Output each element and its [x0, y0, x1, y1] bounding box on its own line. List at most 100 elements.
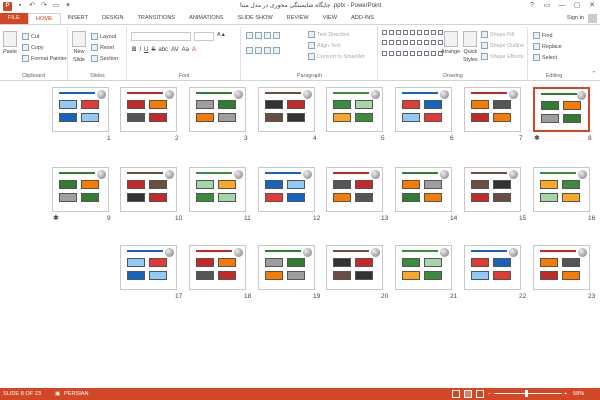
cut-button[interactable]: Cut — [22, 33, 39, 40]
slide-thumbnail-10[interactable]: 10 — [120, 167, 186, 237]
shape-outline-button[interactable]: Shape Outline — [481, 42, 524, 49]
slide-thumbnail-18[interactable]: 18 — [189, 245, 255, 315]
slide-thumbnail-13[interactable]: 13 — [326, 167, 392, 237]
slide-thumbnail-21[interactable]: 21 — [395, 245, 461, 315]
ribbon-display-options-button[interactable]: ▭ — [541, 0, 553, 11]
tab-slide-show[interactable]: SLIDE SHOW — [231, 13, 280, 24]
sign-in-link[interactable]: Sign in — [567, 15, 584, 21]
tab-view[interactable]: VIEW — [316, 13, 344, 24]
customize-qat-icon[interactable]: ▾ — [64, 2, 72, 10]
slide-preview[interactable] — [189, 167, 246, 212]
bullets-button[interactable] — [246, 32, 280, 39]
tab-add-ins[interactable]: ADD-INS — [344, 13, 381, 24]
close-button[interactable]: ✕ — [586, 0, 598, 11]
slide-preview[interactable] — [189, 245, 246, 290]
layout-button[interactable]: Layout — [91, 33, 116, 40]
slide-preview[interactable] — [533, 167, 590, 212]
slide-thumbnail-19[interactable]: 19 — [258, 245, 324, 315]
slide-preview[interactable] — [258, 87, 315, 132]
strikethrough-button[interactable]: S — [151, 47, 155, 53]
text-direction-button[interactable]: Text Direction — [308, 31, 350, 38]
tab-design[interactable]: DESIGN — [95, 13, 130, 24]
transition-star-icon[interactable]: ✱ — [534, 134, 540, 142]
slide-preview[interactable] — [395, 167, 452, 212]
reset-button[interactable]: Reset — [91, 44, 114, 51]
alignment-buttons[interactable] — [246, 47, 280, 54]
text-shadow-button[interactable]: abc — [158, 47, 168, 53]
slide-preview[interactable] — [52, 167, 109, 212]
zoom-level[interactable]: 58% — [573, 391, 584, 397]
zoom-slider-knob[interactable] — [525, 390, 528, 397]
help-button[interactable]: ? — [526, 0, 538, 11]
quick-styles-button[interactable]: Quick Styles — [463, 31, 478, 63]
slide-preview[interactable] — [326, 87, 383, 132]
tab-file[interactable]: FILE — [0, 13, 28, 24]
slide-preview[interactable] — [120, 87, 177, 132]
tab-animations[interactable]: ANIMATIONS — [182, 13, 230, 24]
slide-preview[interactable] — [533, 245, 590, 290]
slide-preview[interactable] — [52, 87, 109, 132]
language-status[interactable]: PERSIAN — [64, 391, 89, 397]
select-button[interactable]: Select — [533, 54, 557, 61]
redo-icon[interactable]: ↷ — [40, 2, 48, 10]
slide-preview[interactable] — [258, 245, 315, 290]
zoom-in-button[interactable]: + — [564, 391, 567, 397]
slide-sorter-view-icon[interactable] — [464, 390, 472, 398]
slide-preview[interactable] — [395, 87, 452, 132]
new-slide-button[interactable]: New Slide — [72, 31, 86, 63]
slide-thumbnail-6[interactable]: 6 — [395, 87, 461, 157]
slide-thumbnail-11[interactable]: 11 — [189, 167, 255, 237]
slide-preview[interactable] — [326, 167, 383, 212]
align-text-button[interactable]: Align Text — [308, 42, 340, 49]
save-icon[interactable]: ▪ — [16, 2, 24, 10]
font-color-button[interactable]: A — [192, 47, 196, 53]
slide-thumbnail-3[interactable]: 3 — [189, 87, 255, 157]
tab-insert[interactable]: INSERT — [61, 13, 95, 24]
collapse-ribbon-icon[interactable]: ⌃ — [591, 71, 596, 77]
slide-thumbnail-1[interactable]: 1 — [52, 87, 118, 157]
slide-thumbnail-8[interactable]: 8 ✱ — [533, 87, 599, 157]
slide-preview[interactable] — [395, 245, 452, 290]
slide-thumbnail-16[interactable]: 16 — [533, 167, 599, 237]
minimize-button[interactable]: — — [556, 0, 568, 11]
slide-thumbnail-4[interactable]: 4 — [258, 87, 324, 157]
slide-preview[interactable] — [120, 167, 177, 212]
font-name-dropdown[interactable] — [131, 32, 191, 41]
arrange-button[interactable]: Arrange — [441, 31, 460, 55]
shapes-gallery[interactable] — [382, 30, 443, 60]
zoom-out-button[interactable]: − — [488, 391, 491, 397]
tab-transitions[interactable]: TRANSITIONS — [130, 13, 182, 24]
format-painter-button[interactable]: Format Painter — [22, 55, 67, 62]
start-from-beginning-icon[interactable]: ▭ — [52, 2, 60, 10]
slide-preview[interactable] — [326, 245, 383, 290]
change-case-button[interactable]: Aa — [182, 47, 189, 53]
slide-thumbnail-2[interactable]: 2 — [120, 87, 186, 157]
slide-thumbnail-17[interactable]: 17 — [120, 245, 186, 315]
shape-effects-button[interactable]: Shape Effects — [481, 53, 523, 60]
slide-preview[interactable] — [258, 167, 315, 212]
paste-button[interactable]: Paste — [3, 31, 17, 55]
avatar[interactable] — [588, 14, 597, 23]
zoom-slider[interactable] — [494, 393, 562, 394]
find-button[interactable]: Find — [533, 32, 553, 39]
slide-preview[interactable] — [120, 245, 177, 290]
font-size-dropdown[interactable] — [194, 32, 214, 41]
slide-preview[interactable] — [464, 245, 521, 290]
bold-button[interactable]: B — [132, 47, 136, 53]
normal-view-icon[interactable] — [452, 390, 460, 398]
slide-thumbnail-14[interactable]: 14 — [395, 167, 461, 237]
slide-thumbnail-20[interactable]: 20 — [326, 245, 392, 315]
underline-button[interactable]: U — [144, 47, 148, 53]
tab-review[interactable]: REVIEW — [280, 13, 316, 24]
slide-preview[interactable] — [189, 87, 246, 132]
slide-thumbnail-9[interactable]: 9 ✱ — [52, 167, 118, 237]
grow-font-icon[interactable]: A▲ — [217, 32, 226, 38]
section-button[interactable]: Section — [91, 55, 118, 62]
slide-thumbnail-5[interactable]: 5 — [326, 87, 392, 157]
transition-star-icon[interactable]: ✱ — [53, 214, 59, 222]
copy-button[interactable]: Copy — [22, 44, 44, 51]
slide-preview[interactable] — [533, 87, 590, 132]
convert-to-smartart-button[interactable]: Convert to SmartArt — [308, 53, 365, 60]
slide-thumbnail-23[interactable]: 23 — [533, 245, 599, 315]
italic-button[interactable]: I — [139, 47, 141, 53]
